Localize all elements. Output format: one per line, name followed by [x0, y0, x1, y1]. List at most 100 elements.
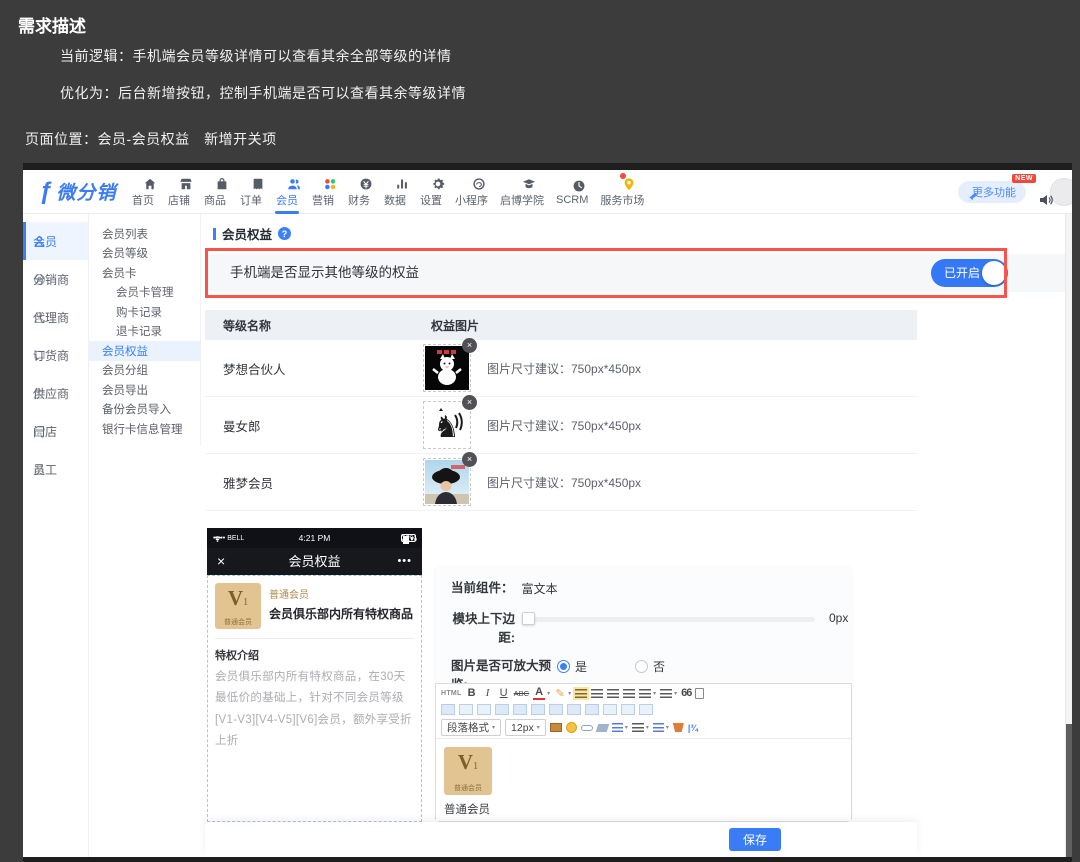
- paragraph-format-select[interactable]: 段落格式 ▾: [441, 719, 501, 736]
- caret-down-icon[interactable]: ▾: [666, 724, 669, 731]
- bullet-list-button[interactable]: [639, 689, 651, 698]
- new-page-button[interactable]: [695, 688, 704, 699]
- nav-item-academy[interactable]: 启博学院: [500, 170, 544, 214]
- radio-no[interactable]: [635, 660, 648, 673]
- font-size-select[interactable]: 12px ▾: [505, 719, 546, 736]
- insert-row-below-button[interactable]: [513, 704, 527, 715]
- nav-item-members[interactable]: 会员: [275, 170, 299, 214]
- merge-cells-button[interactable]: [603, 704, 617, 715]
- benefit-image-man-lady[interactable]: ♞ ×: [423, 401, 471, 449]
- sidebar-item-agents[interactable]: 代理商: [23, 298, 88, 336]
- nav-item-finance[interactable]: 财务: [347, 170, 371, 214]
- remove-image-icon[interactable]: ×: [462, 338, 477, 353]
- submenu-card-refund-records[interactable]: 退卡记录: [89, 322, 200, 342]
- html-source-button[interactable]: HTML: [441, 690, 462, 697]
- insert-image-button[interactable]: [550, 723, 562, 732]
- split-cell-button[interactable]: [621, 704, 635, 715]
- underline-button[interactable]: U: [498, 687, 510, 699]
- help-icon[interactable]: ?: [278, 227, 291, 240]
- paragraph-format-value: 段落格式: [447, 720, 489, 735]
- highlight-pen-button[interactable]: ✎: [554, 687, 566, 700]
- insert-link-button[interactable]: [581, 725, 593, 731]
- benefit-image-yameng-member[interactable]: ×: [423, 458, 471, 506]
- margin-slider[interactable]: [523, 617, 815, 622]
- sidebar-item-suppliers[interactable]: 供应商: [23, 374, 88, 412]
- nav-item-marketing[interactable]: 营销: [311, 170, 335, 214]
- module-margin-row: 模块上下边距: 0px: [451, 610, 854, 648]
- nav-item-goods[interactable]: 商品: [203, 170, 227, 214]
- remove-format-button[interactable]: [639, 704, 653, 715]
- delete-table-button[interactable]: [459, 704, 473, 715]
- app-logo[interactable]: ƒ 微分销: [39, 178, 116, 205]
- nav-item-home[interactable]: 首页: [131, 170, 155, 214]
- caret-down-icon[interactable]: ▾: [625, 724, 628, 731]
- benefit-image-dream-partner[interactable]: ×: [423, 344, 471, 392]
- align-right-button[interactable]: [607, 689, 619, 698]
- phone-richtext-module[interactable]: V1 普通会员 普通会员 会员俱乐部内所有特权商品 特权介绍 会员俱乐部内所有特…: [207, 575, 422, 822]
- nav-item-settings[interactable]: 设置: [419, 170, 443, 214]
- submenu-card-purchase-records[interactable]: 购卡记录: [89, 302, 200, 322]
- numbered-list-button[interactable]: [660, 689, 672, 698]
- insert-table-button[interactable]: [441, 704, 455, 715]
- caret-down-icon[interactable]: ▾: [568, 690, 571, 697]
- align-center-button[interactable]: [591, 689, 603, 698]
- insert-col-right-button[interactable]: [549, 704, 563, 715]
- submenu-backup-member-import[interactable]: 备份会员导入: [89, 400, 200, 420]
- submenu-member-levels[interactable]: 会员等级: [89, 244, 200, 264]
- display-other-levels-toggle[interactable]: 已开启: [931, 259, 1008, 287]
- clean-format-button[interactable]: [673, 723, 684, 732]
- paragraph-spacing-button[interactable]: [653, 723, 664, 732]
- sidebar-item-distributors[interactable]: 分销商: [23, 260, 88, 298]
- remove-image-icon[interactable]: ×: [462, 395, 477, 410]
- scrollbar-thumb[interactable]: [1066, 724, 1072, 857]
- line-height-button[interactable]: [612, 723, 623, 732]
- delete-row-button[interactable]: [567, 704, 581, 715]
- blockquote-button[interactable]: 66: [681, 687, 691, 699]
- eraser-button[interactable]: [596, 724, 610, 732]
- submenu-member-card[interactable]: 会员卡 ∨: [89, 263, 200, 283]
- italic-button[interactable]: I: [482, 687, 494, 699]
- sidebar-item-order-dealers[interactable]: 订货商: [23, 336, 88, 374]
- page-scrollbar[interactable]: [1065, 214, 1072, 857]
- more-dots-icon[interactable]: •••: [397, 548, 412, 575]
- nav-item-scrm[interactable]: SCRM: [556, 170, 588, 214]
- sidebar-item-staff[interactable]: 员工: [23, 450, 88, 488]
- insert-col-left-button[interactable]: [531, 704, 545, 715]
- caret-down-icon[interactable]: ▾: [646, 724, 649, 731]
- caret-down-icon[interactable]: ▾: [653, 690, 656, 697]
- remove-image-icon[interactable]: ×: [462, 452, 477, 467]
- submenu-member-export[interactable]: 会员导出: [89, 380, 200, 400]
- nav-item-miniprogram[interactable]: 小程序: [455, 170, 488, 214]
- strikethrough-button[interactable]: ABC: [514, 689, 529, 698]
- caret-down-icon[interactable]: ▾: [547, 690, 550, 697]
- submenu-member-groups[interactable]: 会员分组: [89, 361, 200, 381]
- translate-button[interactable]: |¾: [688, 723, 698, 733]
- nav-item-shop[interactable]: 店铺: [167, 170, 191, 214]
- emoji-button[interactable]: [566, 722, 577, 733]
- editor-content[interactable]: V1 普通会员 普通会员 会员俱乐部内所有特权商品 特权介绍: [436, 738, 851, 822]
- save-button[interactable]: 保存: [729, 828, 781, 851]
- bold-button[interactable]: B: [466, 687, 478, 699]
- radio-yes[interactable]: [557, 660, 570, 673]
- align-justify-button[interactable]: [623, 689, 635, 698]
- submenu-bank-card-info[interactable]: 银行卡信息管理: [89, 419, 200, 439]
- align-left-button[interactable]: [575, 689, 587, 698]
- slider-knob[interactable]: [522, 612, 535, 625]
- more-features-button[interactable]: 更多功能 NEW: [958, 181, 1026, 203]
- delete-col-button[interactable]: [585, 704, 599, 715]
- font-color-button[interactable]: A: [533, 686, 545, 700]
- insert-row-above-button[interactable]: [495, 704, 509, 715]
- nav-item-orders[interactable]: 订单: [239, 170, 263, 214]
- indent-button[interactable]: [632, 723, 644, 732]
- submenu-card-management[interactable]: 会员卡管理: [89, 283, 200, 303]
- caret-down-icon[interactable]: ▾: [674, 690, 677, 697]
- switch-label: 手机端是否显示其他等级的权益: [230, 254, 419, 292]
- component-label: 当前组件：: [451, 579, 514, 598]
- submenu-member-benefits[interactable]: 会员权益: [89, 341, 200, 361]
- sidebar-item-members[interactable]: 会员: [23, 222, 88, 260]
- nav-item-service-market[interactable]: 服务市场: [600, 170, 644, 214]
- table-props-button[interactable]: [477, 704, 491, 715]
- submenu-member-list[interactable]: 会员列表: [89, 224, 200, 244]
- sidebar-item-stores[interactable]: 门店: [23, 412, 88, 450]
- nav-item-data[interactable]: 数据: [383, 170, 407, 214]
